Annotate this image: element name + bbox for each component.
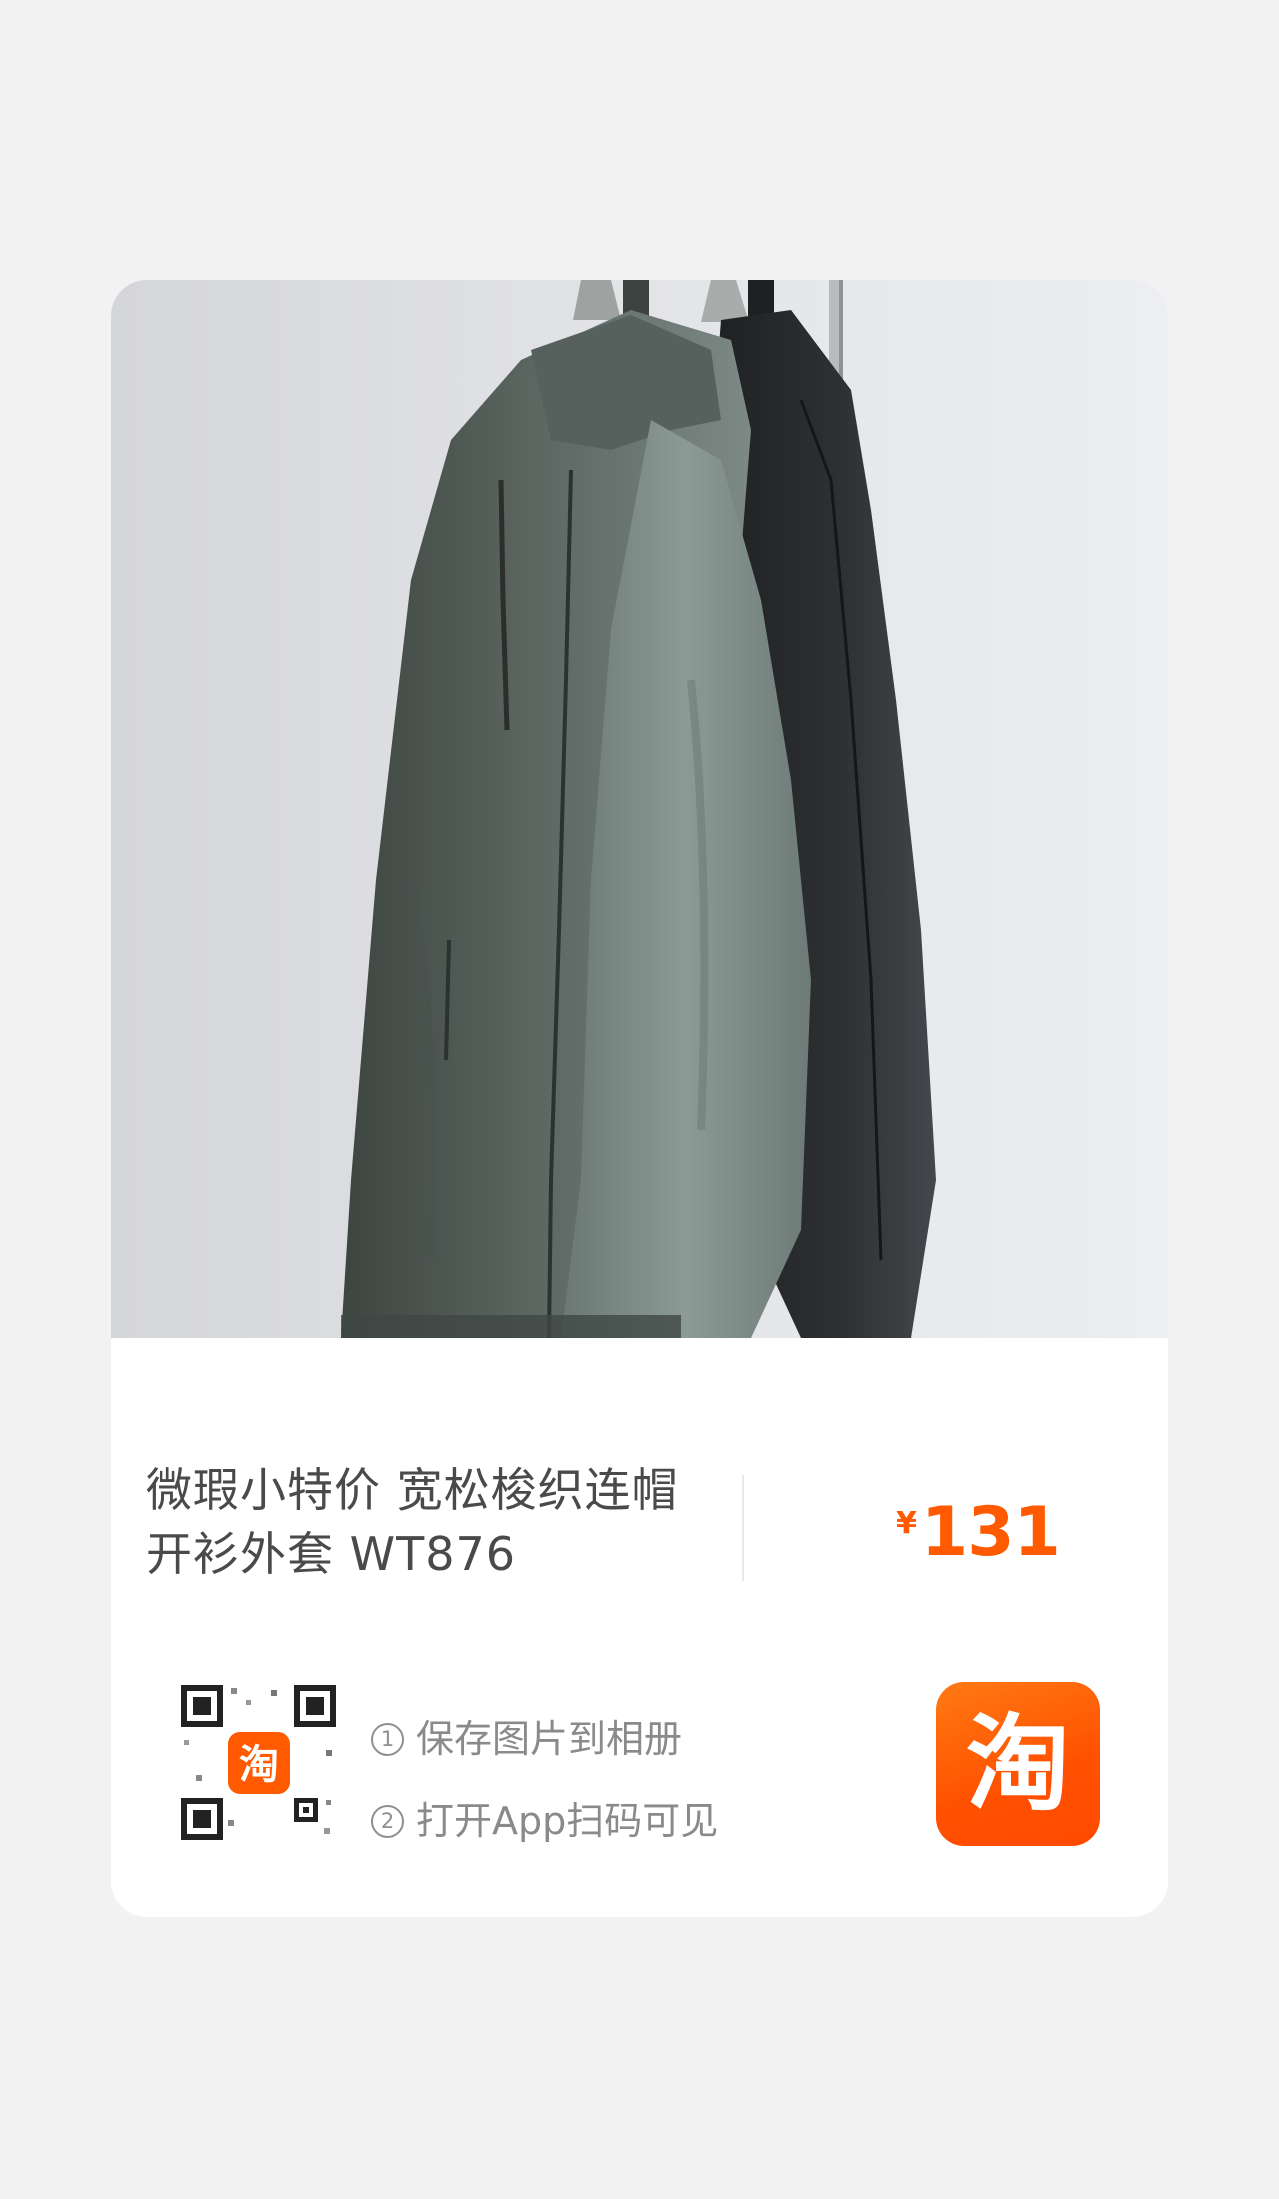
- step-number-icon: 1: [371, 1723, 404, 1756]
- taobao-logo-icon: 淘: [936, 1682, 1100, 1846]
- currency-symbol: ¥: [896, 1506, 917, 1541]
- step-open-app: 2 打开App扫码可见: [371, 1780, 718, 1862]
- step2-label: 打开App扫码可见: [416, 1799, 719, 1843]
- share-card: 微瑕小特价 宽松梭织连帽 开衫外套 WT876 ¥131 淘 1 保存图片到相册…: [111, 280, 1168, 1917]
- price: ¥131: [896, 1493, 1061, 1572]
- step-save-image: 1 保存图片到相册: [371, 1698, 718, 1780]
- step1-label: 保存图片到相册: [416, 1717, 683, 1761]
- price-value: 131: [920, 1493, 1061, 1572]
- product-title-line2: 开衫外套 WT876: [146, 1527, 517, 1581]
- step-number-icon: 2: [371, 1805, 404, 1838]
- qr-badge-char: 淘: [239, 1742, 279, 1788]
- share-steps: 1 保存图片到相册 2 打开App扫码可见: [371, 1698, 718, 1862]
- jacket-illustration: [111, 280, 1168, 1338]
- product-title: 微瑕小特价 宽松梭织连帽 开衫外套 WT876: [146, 1458, 726, 1586]
- product-title-line1: 微瑕小特价 宽松梭织连帽: [146, 1463, 679, 1517]
- divider: [742, 1475, 744, 1581]
- product-photo: [111, 280, 1168, 1338]
- qr-code-icon: 淘: [176, 1680, 341, 1845]
